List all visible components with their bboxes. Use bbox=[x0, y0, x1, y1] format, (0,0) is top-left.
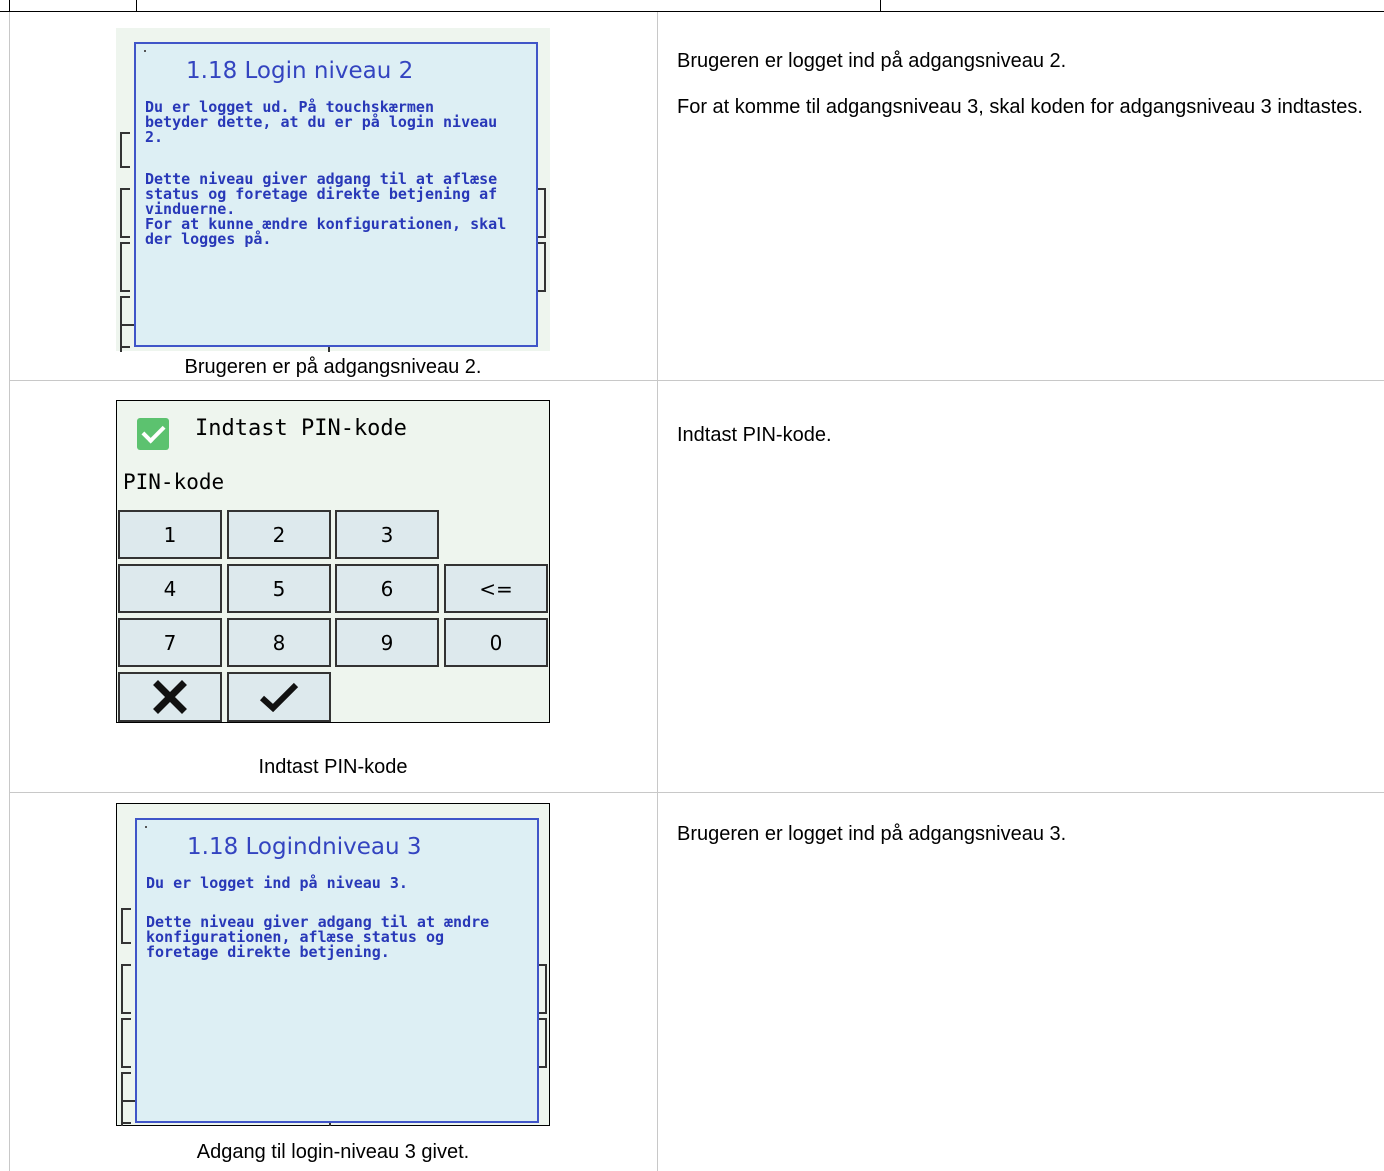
popup-text: Du er logget ind på niveau 3. bbox=[146, 874, 408, 892]
key-7[interactable]: 7 bbox=[118, 618, 222, 667]
key-9[interactable]: 9 bbox=[335, 618, 439, 667]
row-description: Indtast PIN-kode. bbox=[677, 423, 1377, 469]
popup-text: Du er logget ud. På touchskærmen betyder… bbox=[145, 98, 498, 146]
column-tick bbox=[136, 0, 137, 12]
document-table: 1.18 Login niveau 2 Du er logget ud. På … bbox=[9, 12, 1384, 1171]
row-divider bbox=[9, 792, 1384, 793]
description-paragraph: Indtast PIN-kode. bbox=[677, 424, 832, 446]
key-1[interactable]: 1 bbox=[118, 510, 222, 559]
info-popup: 1.18 Logindniveau 3 Du er logget ind på … bbox=[135, 818, 539, 1123]
key-5[interactable]: 5 bbox=[227, 564, 331, 613]
figure-caption: Adgang til login-niveau 3 givet. bbox=[196, 1141, 470, 1163]
key-8[interactable]: 8 bbox=[227, 618, 331, 667]
background-key-fragment bbox=[121, 1018, 131, 1068]
popup-text: Dette niveau giver adgang til at aflæse … bbox=[145, 170, 507, 248]
description-paragraph: Brugeren er logget ind på adgangsniveau … bbox=[677, 50, 1067, 72]
backspace-key[interactable]: <= bbox=[444, 564, 548, 613]
background-key-fragment bbox=[120, 242, 130, 292]
key-2[interactable]: 2 bbox=[227, 510, 331, 559]
popup-title: 1.18 Login niveau 2 bbox=[186, 58, 414, 84]
confirm-button[interactable] bbox=[227, 672, 331, 722]
checkbox-checked-icon[interactable] bbox=[137, 418, 169, 450]
popup-marker bbox=[144, 50, 146, 52]
table-border-left bbox=[9, 12, 10, 1171]
device-screen-login-level-2: 1.18 Login niveau 2 Du er logget ud. På … bbox=[116, 28, 550, 352]
checkmark-icon bbox=[259, 682, 299, 712]
description-paragraph: Brugeren er logget ind på adgangsniveau … bbox=[677, 823, 1067, 845]
background-key-fragment bbox=[120, 132, 130, 168]
x-icon bbox=[153, 680, 187, 714]
cancel-button[interactable] bbox=[118, 672, 222, 722]
popup-marker bbox=[145, 826, 147, 828]
row-description: Brugeren er logget ind på adgangsniveau … bbox=[677, 822, 1377, 868]
row-description: Brugeren er logget ind på adgangsniveau … bbox=[677, 49, 1377, 141]
background-key-fragment bbox=[120, 188, 130, 238]
info-popup: 1.18 Login niveau 2 Du er logget ud. På … bbox=[134, 42, 538, 347]
key-3[interactable]: 3 bbox=[335, 510, 439, 559]
background-key-fragment bbox=[121, 908, 131, 944]
background-key-fragment bbox=[121, 964, 131, 1014]
popup-text: Dette niveau giver adgang til at ændre k… bbox=[146, 913, 490, 961]
figure-caption: Indtast PIN-kode bbox=[258, 756, 408, 778]
column-tick bbox=[9, 0, 10, 12]
device-screen-pin-entry: Indtast PIN-kode PIN-kode 1 2 3 4 5 6 <=… bbox=[116, 400, 550, 723]
table-column-divider bbox=[657, 12, 658, 1171]
table-top-border bbox=[0, 0, 1384, 12]
device-screen-login-level-3: 1.18 Logindniveau 3 Du er logget ind på … bbox=[116, 803, 550, 1126]
key-6[interactable]: 6 bbox=[335, 564, 439, 613]
screen-title: Indtast PIN-kode bbox=[195, 416, 407, 441]
figure-caption: Brugeren er på adgangsniveau 2. bbox=[184, 356, 482, 378]
popup-title: 1.18 Logindniveau 3 bbox=[187, 834, 422, 860]
description-paragraph: For at komme til adgangsniveau 3, skal k… bbox=[677, 96, 1363, 118]
key-4[interactable]: 4 bbox=[118, 564, 222, 613]
column-tick bbox=[880, 0, 881, 12]
pin-field-label: PIN-kode bbox=[123, 470, 225, 494]
row-divider bbox=[9, 380, 1384, 381]
key-0[interactable]: 0 bbox=[444, 618, 548, 667]
